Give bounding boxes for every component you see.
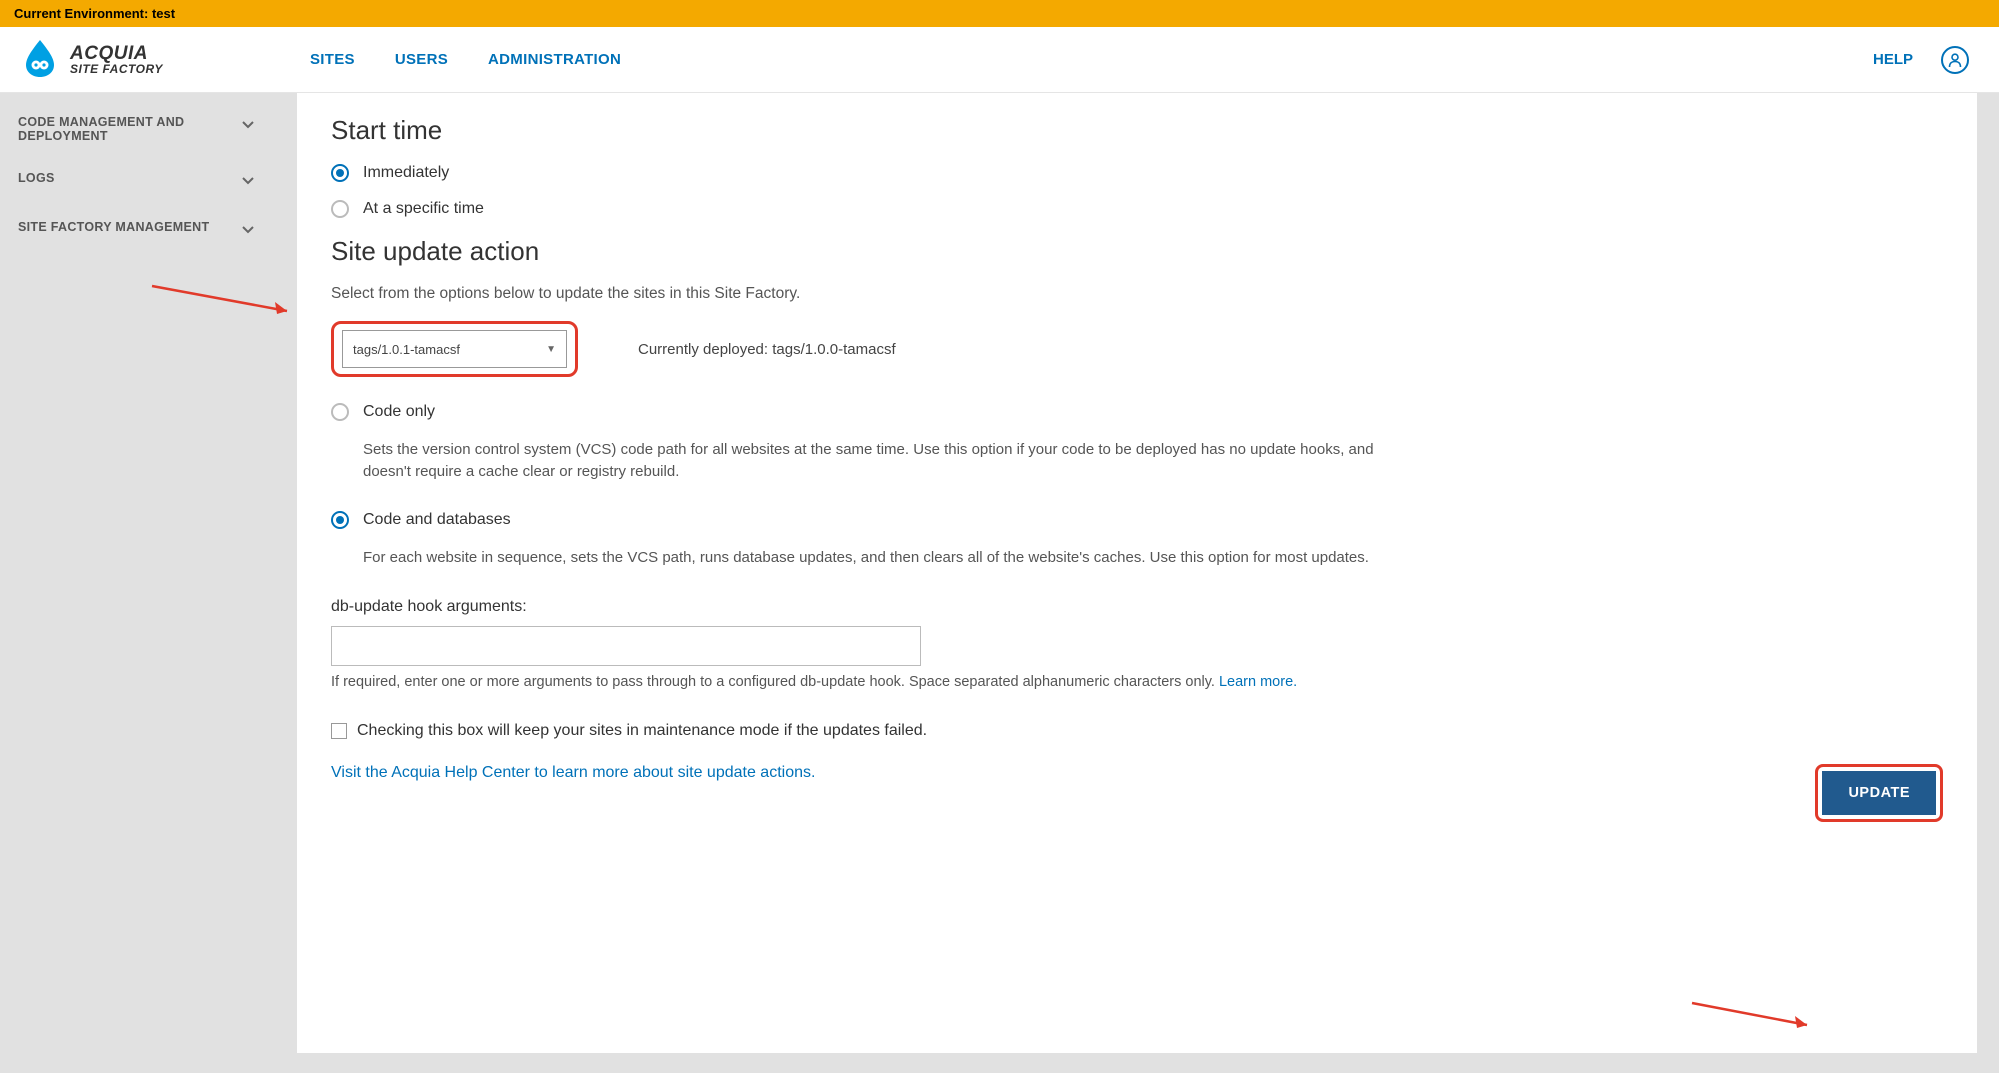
sidebar-item-label: CODE MANAGEMENT AND DEPLOYMENT [18,115,239,143]
chevron-down-icon [239,171,257,192]
maintenance-checkbox-row[interactable]: Checking this box will keep your sites i… [331,722,1943,740]
code-db-description: For each website in sequence, sets the V… [363,547,1423,569]
learn-more-link[interactable]: Learn more. [1219,674,1297,690]
radio-icon [331,511,349,529]
brand-name-bottom: SITE FACTORY [70,63,163,75]
annotation-highlight-update: UPDATE [1815,764,1943,822]
radio-icon [331,200,349,218]
nav-users[interactable]: USERS [395,51,448,68]
site-update-intro: Select from the options below to update … [331,285,1943,303]
top-navigation: ACQUIA SITE FACTORY SITES USERS ADMINIST… [0,27,1999,93]
environment-banner: Current Environment: test [0,0,1999,27]
sidebar-item-label: SITE FACTORY MANAGEMENT [18,220,209,234]
sidebar: CODE MANAGEMENT AND DEPLOYMENT LOGS SITE… [0,93,275,1073]
nav-help[interactable]: HELP [1873,51,1913,68]
radio-label: Code and databases [363,511,511,529]
checkbox-icon [331,723,347,739]
acquia-droplet-icon [20,38,60,81]
user-profile-icon[interactable] [1941,46,1969,74]
db-hook-input[interactable] [331,626,921,666]
annotation-highlight-select: tags/1.0.1-tamacsf ▼ [331,321,578,377]
sidebar-item-code-management[interactable]: CODE MANAGEMENT AND DEPLOYMENT [0,101,275,157]
code-only-description: Sets the version control system (VCS) co… [363,439,1423,483]
nav-sites[interactable]: SITES [310,51,355,68]
radio-label: At a specific time [363,200,484,218]
main-content: Start time Immediately At a specific tim… [297,93,1977,1053]
select-value: tags/1.0.1-tamacsf [353,342,460,357]
site-update-heading: Site update action [331,236,1943,267]
radio-immediately[interactable]: Immediately [331,164,1943,182]
maintenance-checkbox-label: Checking this box will keep your sites i… [357,722,927,740]
radio-icon [331,403,349,421]
radio-label: Code only [363,403,435,421]
currently-deployed-text: Currently deployed: tags/1.0.0-tamacsf [638,341,896,358]
radio-code-and-databases[interactable]: Code and databases [331,511,1943,529]
sidebar-item-sf-management[interactable]: SITE FACTORY MANAGEMENT [0,206,275,255]
sidebar-item-label: LOGS [18,171,55,185]
brand-logo[interactable]: ACQUIA SITE FACTORY [0,38,270,81]
radio-specific-time[interactable]: At a specific time [331,200,1943,218]
caret-down-icon: ▼ [546,344,556,355]
update-button[interactable]: UPDATE [1822,771,1936,815]
radio-label: Immediately [363,164,449,182]
tag-select[interactable]: tags/1.0.1-tamacsf ▼ [342,330,567,368]
chevron-down-icon [239,220,257,241]
annotation-arrow-update [1687,995,1827,1035]
brand-name-top: ACQUIA [70,44,163,63]
sidebar-item-logs[interactable]: LOGS [0,157,275,206]
start-time-heading: Start time [331,115,1943,146]
nav-administration[interactable]: ADMINISTRATION [488,51,621,68]
db-hook-label: db-update hook arguments: [331,598,1943,616]
radio-icon [331,164,349,182]
db-hook-help: If required, enter one or more arguments… [331,674,1943,690]
radio-code-only[interactable]: Code only [331,403,1943,421]
chevron-down-icon [239,115,257,136]
